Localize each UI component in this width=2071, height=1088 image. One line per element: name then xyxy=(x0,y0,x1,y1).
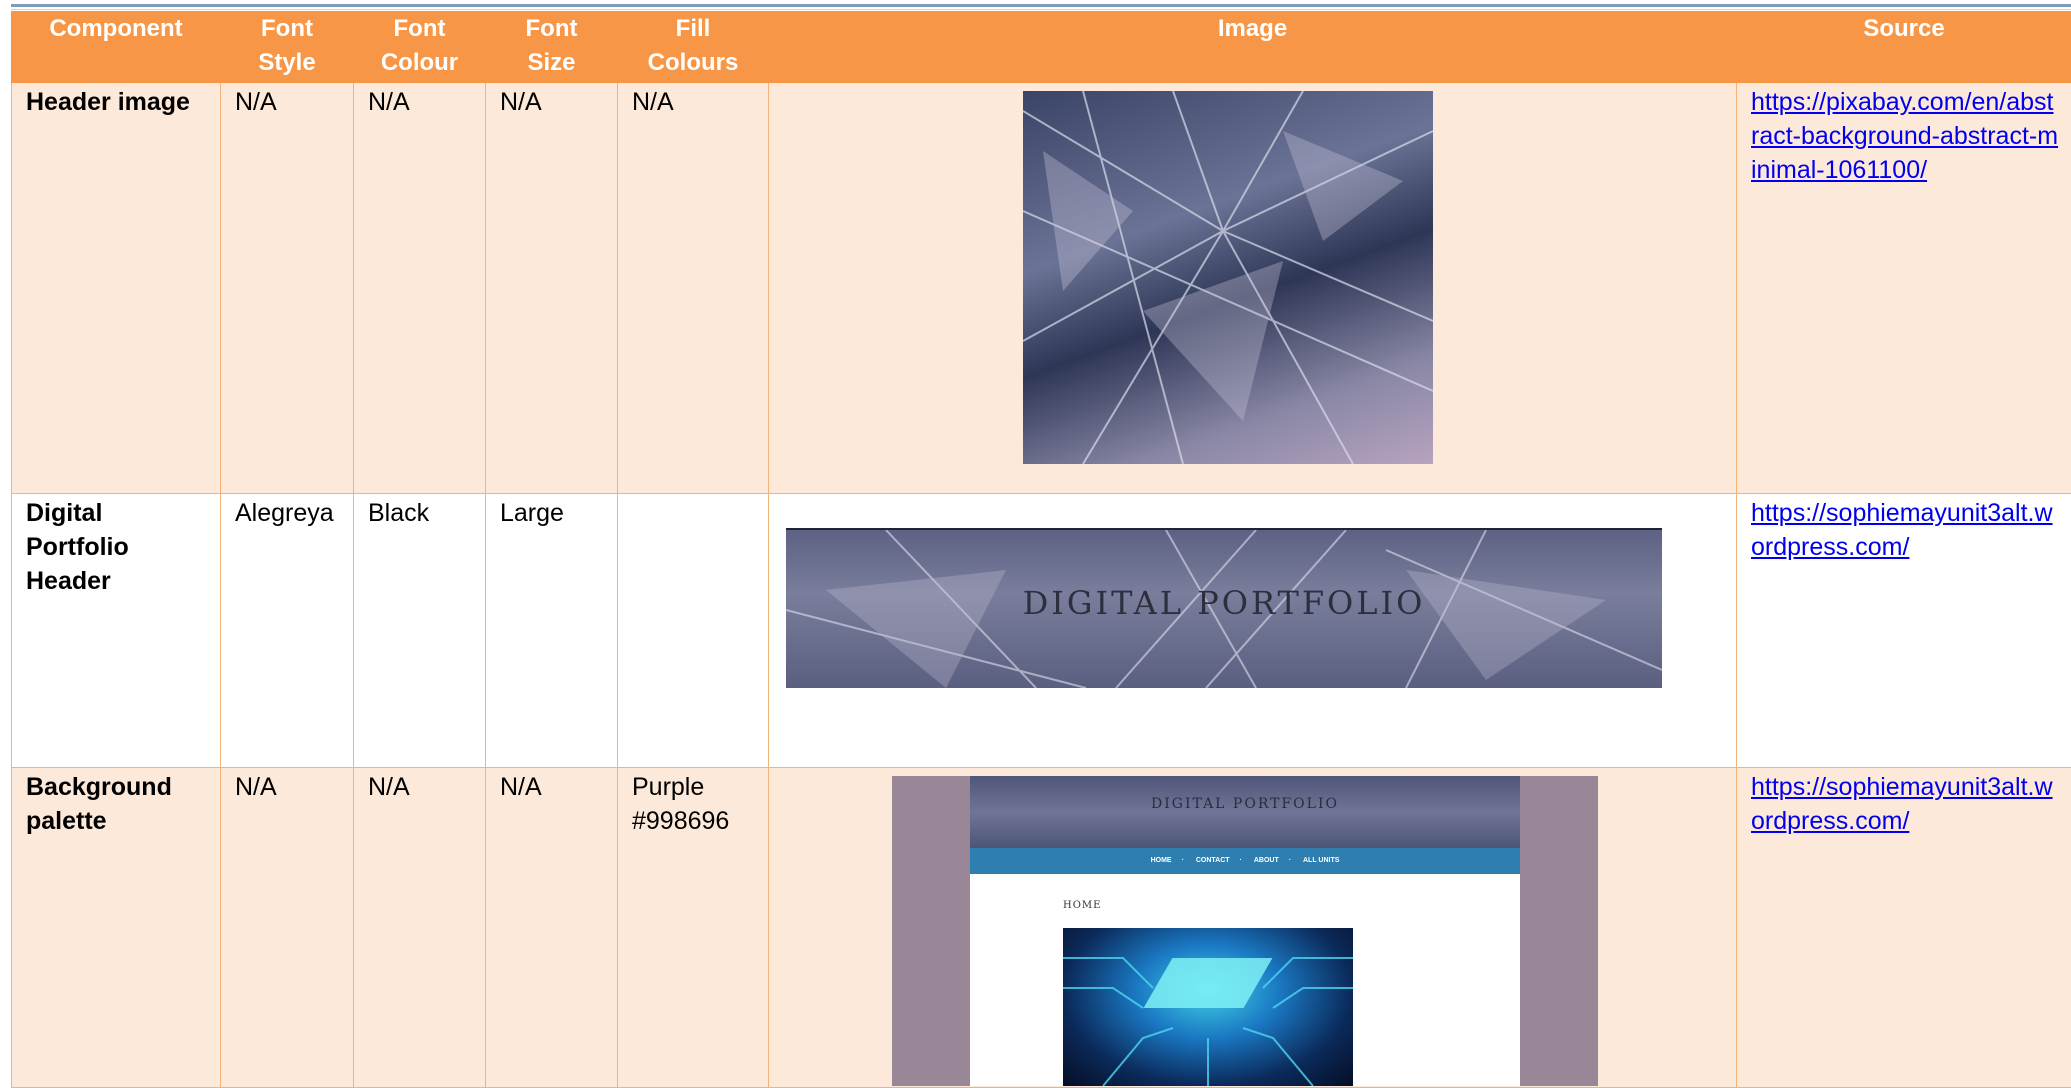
cell-font-size: N/A xyxy=(486,768,618,1088)
nav-item-about[interactable]: ABOUT xyxy=(1254,857,1279,864)
cell-font-style: N/A xyxy=(221,83,354,494)
cell-fill-colours: N/A xyxy=(618,83,769,494)
cell-component: Digital Portfolio Header xyxy=(12,494,221,768)
circuit-chip-image xyxy=(1063,928,1353,1086)
cell-component: Background palette xyxy=(12,768,221,1088)
header-image: Image xyxy=(769,12,1737,83)
cell-component: Header image xyxy=(12,83,221,494)
header-font-size: FontSize xyxy=(486,12,618,83)
site-content-area: DIGITAL PORTFOLIO HOME· CONTACT· ABOUT· … xyxy=(970,776,1520,1086)
cell-font-size: Large xyxy=(486,494,618,768)
site-banner-title: DIGITAL PORTFOLIO xyxy=(970,796,1520,812)
cell-font-style: Alegreya xyxy=(221,494,354,768)
abstract-background-image xyxy=(1023,91,1433,464)
cell-source: https://sophiemayunit3alt.wordpress.com/ xyxy=(1737,768,2071,1088)
top-border-line xyxy=(11,4,2071,7)
site-page-title: HOME xyxy=(1063,900,1101,911)
abstract-shards-icon xyxy=(1023,91,1433,464)
cell-source: https://sophiemayunit3alt.wordpress.com/ xyxy=(1737,494,2071,768)
cell-fill-colours: Purple#998696 xyxy=(618,768,769,1088)
cell-font-size: N/A xyxy=(486,83,618,494)
header-row: Component FontStyle FontColour FontSize … xyxy=(12,12,2071,83)
website-screenshot: DIGITAL PORTFOLIO HOME· CONTACT· ABOUT· … xyxy=(892,776,1598,1086)
nav-item-home[interactable]: HOME xyxy=(1151,857,1172,864)
header-source: Source xyxy=(1737,12,2071,83)
header-banner-title: DIGITAL PORTFOLIO xyxy=(786,584,1662,622)
site-banner: DIGITAL PORTFOLIO xyxy=(970,776,1520,848)
header-font-colour: FontColour xyxy=(354,12,486,83)
cell-font-colour: N/A xyxy=(354,83,486,494)
header-component: Component xyxy=(12,12,221,83)
cell-font-colour: Black xyxy=(354,494,486,768)
top-border-line-thin xyxy=(11,9,2071,10)
nav-item-contact[interactable]: CONTACT xyxy=(1196,857,1230,864)
cell-fill-colours xyxy=(618,494,769,768)
nav-item-all-units[interactable]: ALL UNITS xyxy=(1303,857,1339,864)
cell-font-colour: N/A xyxy=(354,768,486,1088)
source-link[interactable]: https://sophiemayunit3alt.wordpress.com/ xyxy=(1751,773,2053,835)
header-font-style: FontStyle xyxy=(221,12,354,83)
cell-source: https://pixabay.com/en/abstract-backgrou… xyxy=(1737,83,2071,494)
cell-font-style: N/A xyxy=(221,768,354,1088)
digital-portfolio-header-image: DIGITAL PORTFOLIO xyxy=(786,528,1662,688)
source-link[interactable]: https://pixabay.com/en/abstract-backgrou… xyxy=(1751,88,2058,184)
site-nav-bar: HOME· CONTACT· ABOUT· ALL UNITS xyxy=(970,848,1520,874)
source-link[interactable]: https://sophiemayunit3alt.wordpress.com/ xyxy=(1751,499,2053,561)
header-fill-colours: FillColours xyxy=(618,12,769,83)
